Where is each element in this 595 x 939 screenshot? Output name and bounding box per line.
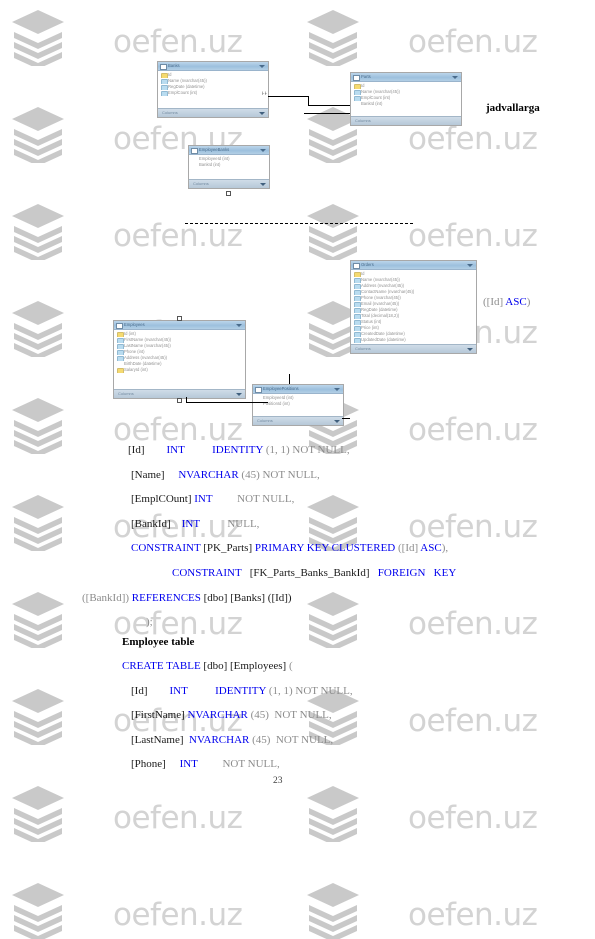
annotation-jadvallarga: jadvallarga [486,102,540,114]
code-token: INT [179,758,198,771]
code-token: ), [441,542,449,555]
code-token: CONSTRAINT [131,542,201,555]
watermark-text: oefen.uz [408,897,538,933]
code-token: [Id] [128,444,145,456]
code-token: PRIMARY KEY CLUSTERED [254,542,396,555]
code-line: [Phone] INT NOT NULL, [131,758,280,771]
code-token: ASC [420,542,442,555]
code-token: INT [166,444,185,456]
code-line: [Id] INT IDENTITY (1, 1) NOT NULL, [131,685,353,698]
code-token: [BankId] [131,517,171,530]
code-token: NVARCHAR [187,709,248,722]
code-token: ([Id] [395,542,421,555]
code-token: NVARCHAR [178,468,239,481]
code-token: (45) NOT NULL, [249,733,334,746]
code-token: CREATE TABLE [122,660,201,672]
employee-table-heading: Employee table [122,636,195,648]
watermark-text: oefen.uz [113,897,243,933]
code-token: (1, 1) NOT NULL, [266,684,353,697]
code-line: [LastName] NVARCHAR (45) NOT NULL, [131,734,333,747]
code-token: NOT NULL, [197,758,280,771]
code-line: CONSTRAINT [PK_Parts] PRIMARY KEY CLUSTE… [131,542,448,555]
code-token: NULL, [199,517,260,530]
code-token: CONSTRAINT [172,567,242,579]
watermark-logo-icon [10,881,66,939]
code-token: [LastName] [131,733,184,746]
code-token: [PK_Parts] [200,542,255,555]
code-line: CONSTRAINT [FK_Parts_Banks_BankId] FOREI… [172,567,456,580]
code-token: [FirstName] [131,709,185,722]
code-line: [FirstName] NVARCHAR (45) NOT NULL, [131,709,332,722]
page-content: jadvallarga ([Id] ASC) [Id] INT IDENTITY… [0,0,595,842]
code-token: ([BankId]) [82,591,130,604]
code-line: [EmplCOunt] INT NOT NULL, [131,493,294,506]
code-token: IDENTITY [215,684,267,697]
code-token: (1, 1) NOT NULL, [263,444,350,456]
code-token: INT [169,684,188,697]
code-token: REFERENCES [131,591,201,604]
code-token: (45) NOT NULL, [247,709,332,722]
code-token: [Phone] [131,758,166,771]
code-token: (45) NOT NULL, [238,468,320,481]
code-token: [FK_Parts_Banks_BankId] [241,567,378,579]
code-token: FOREIGN KEY [377,567,457,579]
watermark-logo-icon [305,881,361,939]
code-line: [BankId] INT NULL, [131,518,259,531]
code-token: ( [288,660,293,672]
code-token: [dbo] [Employees] [200,660,289,672]
code-token: INT [194,493,213,506]
code-line: ([BankId]) REFERENCES [dbo] [Banks] ([Id… [82,592,292,605]
code-token: NOT NULL, [212,493,295,506]
code-token: [dbo] [Banks] ([Id]) [200,591,292,604]
annotation-id-asc: ([Id] ASC) [483,296,531,308]
code-token: [Name] [131,468,165,481]
page-number: 23 [273,776,283,786]
code-token: [EmplCOunt] [131,493,192,506]
code-token: ); [146,616,153,629]
code-line: [Name] NVARCHAR (45) NOT NULL, [131,469,320,482]
code-token: IDENTITY [212,444,264,456]
code-token: NVARCHAR [189,733,250,746]
code-line: [Id] INT IDENTITY (1, 1) NOT NULL, [128,444,350,457]
code-line: CREATE TABLE [dbo] [Employees] ( [122,660,293,673]
code-line: ); [146,616,153,629]
code-token: [Id] [131,684,148,697]
code-token: INT [181,517,200,530]
